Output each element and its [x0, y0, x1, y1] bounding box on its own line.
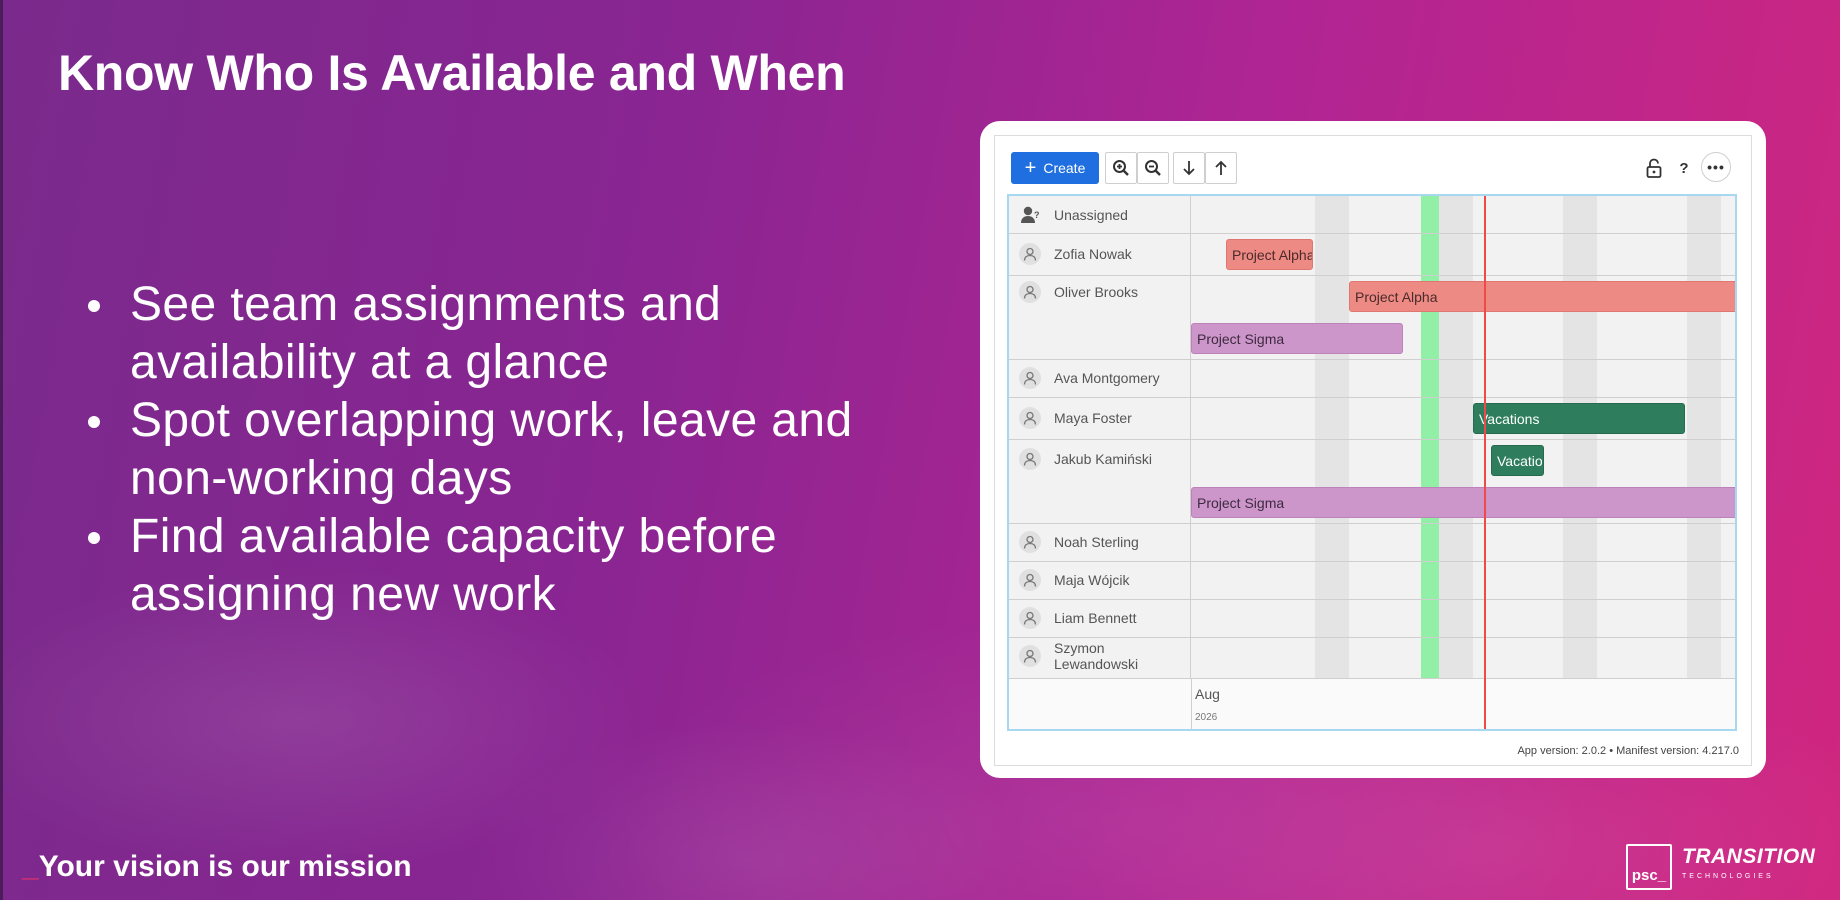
user-icon [1019, 407, 1041, 429]
scroll-down-button[interactable] [1173, 152, 1205, 184]
weekend-stripe [1315, 196, 1349, 678]
unlock-icon [1646, 158, 1662, 178]
resource-row[interactable]: Jakub Kamiński [1009, 439, 1191, 479]
zoom-in-icon [1113, 160, 1129, 176]
bullet-item: Find available capacity before assigning… [84, 508, 934, 624]
weekend-stripe [1439, 196, 1473, 678]
zoom-out-button[interactable] [1137, 152, 1169, 184]
create-button-label: Create [1043, 160, 1086, 176]
current-time-marker [1484, 196, 1486, 729]
unassigned-user-icon: ? [1019, 204, 1041, 226]
user-icon [1019, 448, 1041, 470]
resource-name: Maja Wójcik [1054, 572, 1130, 588]
svg-text:?: ? [1034, 210, 1040, 220]
plus-icon: + [1024, 157, 1037, 179]
arrow-up-icon [1215, 160, 1227, 175]
arrow-down-icon [1183, 161, 1195, 176]
resource-name: Zofia Nowak [1054, 246, 1132, 262]
help-button[interactable]: ? [1669, 152, 1699, 184]
scroll-up-button[interactable] [1205, 152, 1237, 184]
event-project-alpha[interactable]: Project Alpha [1349, 281, 1735, 312]
resource-row[interactable]: Szymon Lewandowski [1009, 637, 1191, 675]
lock-button[interactable] [1639, 152, 1669, 184]
event-vacation[interactable]: Vacations [1491, 445, 1544, 476]
resource-name: Maya Foster [1054, 410, 1132, 426]
zoom-out-icon [1145, 160, 1161, 176]
resource-row[interactable]: Liam Bennett [1009, 599, 1191, 637]
user-icon [1019, 243, 1041, 265]
version-info: App version: 2.0.2 • Manifest version: 4… [1517, 745, 1739, 757]
user-icon [1019, 569, 1041, 591]
user-icon [1019, 607, 1041, 629]
resource-row[interactable]: Ava Montgomery [1009, 359, 1191, 397]
weekend-stripe [1563, 196, 1597, 678]
time-axis: Aug 2026 [1009, 678, 1735, 729]
tagline: _Your vision is our mission [22, 850, 412, 884]
axis-month-label: Aug [1195, 686, 1220, 702]
resource-name: Ava Montgomery [1054, 370, 1160, 386]
company-logo: psc_ TRANSITION TECHNOLOGIES [1626, 844, 1815, 890]
toolbar: + Create ? ••• [1011, 152, 1735, 184]
logo-mark: psc_ [1626, 844, 1672, 890]
logo-subtitle: TECHNOLOGIES [1682, 873, 1774, 880]
axis-divider [1191, 679, 1192, 729]
event-project-alpha[interactable]: Project Alpha [1226, 239, 1313, 270]
user-icon [1019, 531, 1041, 553]
highlighted-day [1421, 196, 1439, 678]
weekend-stripe [1687, 196, 1721, 678]
event-project-sigma[interactable]: Project Sigma [1191, 323, 1403, 354]
tagline-text: Your vision is our mission [38, 850, 412, 883]
left-border [0, 0, 3, 900]
logo-name: TRANSITION [1682, 845, 1816, 868]
scheduler-grid[interactable]: ? Unassigned Zofia Nowak Oliver Brooks A… [1007, 194, 1737, 731]
resource-name: Oliver Brooks [1054, 284, 1139, 300]
slide-title: Know Who Is Available and When [58, 45, 846, 101]
resource-name: Unassigned [1054, 206, 1128, 223]
bullet-item: See team assignments and availability at… [84, 276, 934, 392]
resource-name: Szymon Lewandowski [1054, 640, 1139, 672]
event-vacation[interactable]: Vacations [1473, 403, 1685, 434]
axis-year-label: 2026 [1195, 712, 1218, 723]
zoom-in-button[interactable] [1105, 152, 1137, 184]
logo-wordmark: TRANSITION TECHNOLOGIES [1682, 845, 1816, 887]
resource-name: Noah Sterling [1054, 534, 1139, 550]
bullet-list: See team assignments and availability at… [84, 276, 934, 624]
event-project-sigma[interactable]: Project Sigma [1191, 487, 1735, 518]
resource-row[interactable]: Oliver Brooks [1009, 275, 1191, 309]
scheduler-app: + Create ? ••• ? Unassigned Zofia Nowak … [994, 135, 1752, 766]
more-options-button[interactable]: ••• [1701, 152, 1731, 182]
resource-row[interactable]: Maya Foster [1009, 397, 1191, 439]
resource-row[interactable]: Zofia Nowak [1009, 233, 1191, 275]
user-icon [1019, 281, 1041, 303]
resource-name: Jakub Kamiński [1054, 451, 1153, 467]
app-screenshot-card: + Create ? ••• ? Unassigned Zofia Nowak … [980, 121, 1766, 778]
bullet-item: Spot overlapping work, leave and non-wor… [84, 392, 934, 508]
user-icon [1019, 645, 1041, 667]
resource-name: Liam Bennett [1054, 610, 1137, 626]
tagline-underscore: _ [22, 850, 39, 883]
resource-row[interactable]: Noah Sterling [1009, 523, 1191, 561]
resource-row[interactable]: ? Unassigned [1009, 196, 1191, 233]
resource-row[interactable]: Maja Wójcik [1009, 561, 1191, 599]
create-button[interactable]: + Create [1011, 152, 1099, 184]
user-icon [1019, 367, 1041, 389]
